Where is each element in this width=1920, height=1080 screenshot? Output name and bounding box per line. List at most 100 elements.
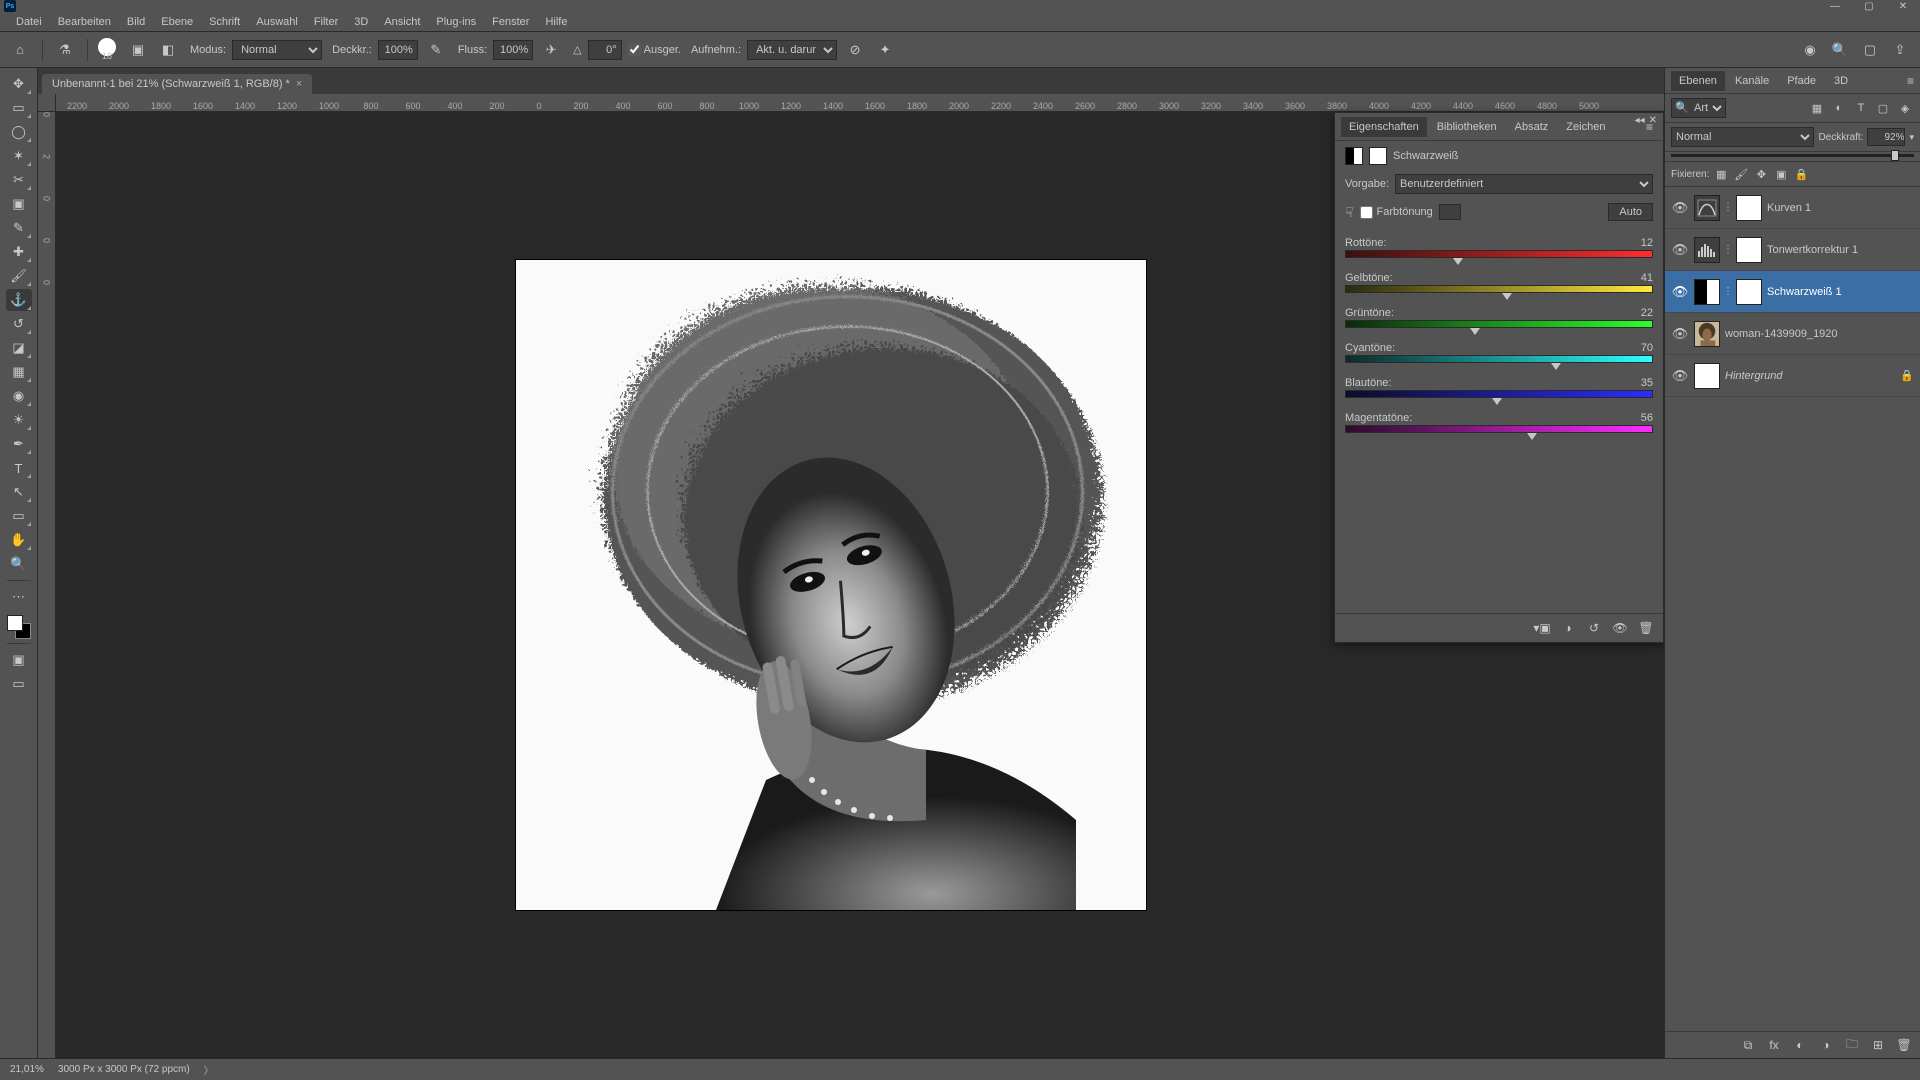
opacity-input[interactable] (378, 40, 418, 60)
type-tool[interactable]: T (6, 457, 32, 479)
lock-icon[interactable]: 🔒 (1900, 369, 1914, 382)
slider-value[interactable]: 41 (1641, 272, 1653, 284)
layer-row[interactable]: 👁⋮Schwarzweiß 1 (1665, 271, 1920, 313)
slider-track[interactable] (1345, 425, 1653, 433)
ignore-adj-icon[interactable]: ⊘ (843, 38, 867, 62)
edit-toolbar[interactable]: ⋯ (6, 586, 32, 608)
slider-value[interactable]: 12 (1641, 237, 1653, 249)
menu-filter[interactable]: Filter (306, 12, 346, 32)
clip-to-layer-icon[interactable]: ▾▣ (1533, 620, 1551, 636)
menu-datei[interactable]: Datei (8, 12, 50, 32)
properties-tab-eigenschaften[interactable]: Eigenschaften (1341, 117, 1427, 137)
cloud-docs-icon[interactable]: ◉ (1798, 38, 1822, 62)
filter-adj-icon[interactable]: ◐ (1830, 99, 1848, 117)
menu-bild[interactable]: Bild (119, 12, 153, 32)
eyedropper-tool[interactable]: ✎ (6, 217, 32, 239)
layer-name[interactable]: woman-1439909_1920 (1725, 328, 1914, 340)
close-button[interactable]: ✕ (1886, 0, 1920, 12)
adjustment-thumb-icon[interactable] (1694, 237, 1720, 263)
quick-select-tool[interactable]: ✶ (6, 145, 32, 167)
angle-input[interactable] (588, 40, 622, 60)
properties-tab-absatz[interactable]: Absatz (1507, 117, 1557, 137)
layer-name[interactable]: Kurven 1 (1767, 202, 1914, 214)
lock-pixels-icon[interactable]: 🖌 (1733, 166, 1749, 182)
slider-value[interactable]: 70 (1641, 342, 1653, 354)
preset-select[interactable]: Benutzerdefiniert (1395, 174, 1653, 194)
crop-tool[interactable]: ✂ (6, 169, 32, 191)
document-tab[interactable]: Unbenannt-1 bei 21% (Schwarzweiß 1, RGB/… (42, 74, 312, 94)
tint-checkbox[interactable]: Farbtönung (1360, 206, 1433, 219)
menu-ansicht[interactable]: Ansicht (376, 12, 428, 32)
zoom-tool[interactable]: 🔍 (6, 553, 32, 575)
lock-all-icon[interactable]: 🔒 (1793, 166, 1809, 182)
properties-tab-zeichen[interactable]: Zeichen (1558, 117, 1613, 137)
link-layers-icon[interactable]: ⧉ (1738, 1036, 1758, 1054)
menu-hilfe[interactable]: Hilfe (537, 12, 575, 32)
layer-name[interactable]: Hintergrund (1725, 370, 1895, 382)
visibility-toggle-icon[interactable]: 👁 (1671, 368, 1689, 384)
dock-tab-kanäle[interactable]: Kanäle (1727, 71, 1777, 91)
menu-plug-ins[interactable]: Plug-ins (428, 12, 484, 32)
dodge-tool[interactable]: ☀ (6, 409, 32, 431)
color-swatches[interactable] (7, 615, 31, 639)
layer-filter-select[interactable]: Art (1671, 98, 1726, 118)
opacity-slider[interactable] (1665, 152, 1920, 162)
shape-tool[interactable]: ▭ (6, 505, 32, 527)
brush-settings-icon[interactable]: ◧ (156, 38, 180, 62)
flow-input[interactable] (493, 40, 533, 60)
menu-ebene[interactable]: Ebene (153, 12, 201, 32)
slider-track[interactable] (1345, 390, 1653, 398)
screenmode-toggle[interactable]: ▭ (6, 673, 32, 695)
dock-menu-icon[interactable]: ≡ (1907, 74, 1914, 88)
new-layer-icon[interactable]: ⊞ (1868, 1036, 1888, 1054)
layer-row[interactable]: 👁⋮Kurven 1 (1665, 187, 1920, 229)
lock-artboard-icon[interactable]: ▣ (1773, 166, 1789, 182)
layer-row[interactable]: 👁 woman-1439909_1920 (1665, 313, 1920, 355)
path-select-tool[interactable]: ↖ (6, 481, 32, 503)
minimize-button[interactable]: — (1818, 0, 1852, 12)
ruler-horizontal[interactable]: 2200200018001600140012001000800600400200… (56, 94, 1664, 112)
filter-smart-icon[interactable]: ◈ (1896, 99, 1914, 117)
doc-info-menu-icon[interactable]: 〉 (204, 1062, 214, 1077)
add-mask-icon[interactable]: ◐ (1790, 1036, 1810, 1054)
opacity-pressure-icon[interactable]: ✎ (424, 38, 448, 62)
slider-track[interactable] (1345, 355, 1653, 363)
maximize-button[interactable]: ▢ (1852, 0, 1886, 12)
stamp-tool-icon[interactable]: ⚗ (53, 38, 77, 62)
toggle-visibility-icon[interactable]: 👁 (1611, 620, 1629, 636)
view-previous-icon[interactable]: ◑ (1559, 620, 1577, 636)
delete-layer-icon[interactable]: 🗑 (1894, 1036, 1914, 1054)
menu-3d[interactable]: 3D (346, 12, 376, 32)
layer-fx-icon[interactable]: fx (1764, 1036, 1784, 1054)
quickmask-toggle[interactable]: ▣ (6, 649, 32, 671)
dock-tab-ebenen[interactable]: Ebenen (1671, 71, 1725, 91)
slider-track[interactable] (1345, 285, 1653, 293)
visibility-toggle-icon[interactable]: 👁 (1671, 326, 1689, 342)
menu-schrift[interactable]: Schrift (201, 12, 248, 32)
slider-value[interactable]: 22 (1641, 307, 1653, 319)
layer-thumbnail[interactable] (1694, 363, 1720, 389)
visibility-toggle-icon[interactable]: 👁 (1671, 200, 1689, 216)
layer-name[interactable]: Schwarzweiß 1 (1767, 286, 1914, 298)
menu-auswahl[interactable]: Auswahl (248, 12, 306, 32)
sample-select[interactable]: Akt. u. darunter (747, 40, 837, 60)
scrubby-hand-icon[interactable]: ☟ (1345, 204, 1354, 221)
slider-value[interactable]: 56 (1641, 412, 1653, 424)
delete-adjustment-icon[interactable]: 🗑 (1637, 620, 1655, 636)
move-tool[interactable]: ✥ (6, 73, 32, 95)
lock-position-icon[interactable]: ✥ (1753, 166, 1769, 182)
pen-tool[interactable]: ✒ (6, 433, 32, 455)
clone-source-icon[interactable]: ✦ (873, 38, 897, 62)
search-icon[interactable]: 🔍 (1828, 38, 1852, 62)
filter-shape-icon[interactable]: ▢ (1874, 99, 1892, 117)
filter-pixel-icon[interactable]: ▦ (1808, 99, 1826, 117)
brush-preset-dropdown[interactable]: 18 (98, 38, 116, 61)
collapse-panel-icon[interactable]: ◂◂ (1635, 115, 1645, 126)
blend-mode-select[interactable]: Normal (232, 40, 322, 60)
filter-type-icon[interactable]: T (1852, 99, 1870, 117)
dock-tab-3d[interactable]: 3D (1826, 71, 1856, 91)
slider-value[interactable]: 35 (1641, 377, 1653, 389)
layer-thumbnail[interactable] (1694, 321, 1720, 347)
ruler-vertical[interactable]: 02000 (38, 112, 56, 1058)
menu-bearbeiten[interactable]: Bearbeiten (50, 12, 119, 32)
